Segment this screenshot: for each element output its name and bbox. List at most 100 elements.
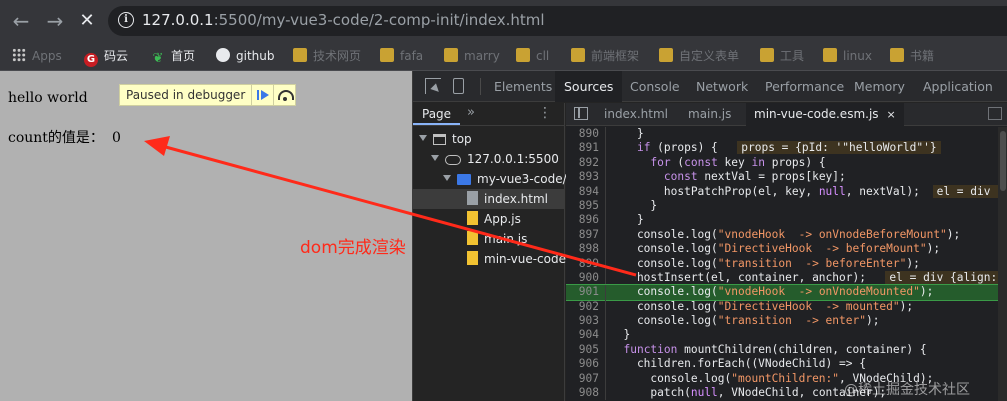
tree-item-main-js[interactable]: main.js xyxy=(467,229,527,249)
tree-item-top[interactable]: top xyxy=(419,129,472,149)
tab-sources[interactable]: Sources xyxy=(555,71,623,102)
tab-memory[interactable]: Memory xyxy=(845,71,914,102)
home-leaf-icon: ❦ xyxy=(152,51,164,66)
editor-tabbar: index.html main.js min-vue-code.esm.js × xyxy=(566,103,1007,126)
tab-elements[interactable]: Elements xyxy=(485,71,561,102)
code-line: 903 console.log("transition -> enter"); xyxy=(566,314,998,329)
code-line: 892 for (const key in props) { xyxy=(566,155,998,171)
tree-item-index-html[interactable]: index.html xyxy=(413,189,564,209)
bookmark-github[interactable]: github xyxy=(216,47,274,65)
url-input[interactable]: i 127.0.0.1:5500/my-vue3-code/2-comp-ini… xyxy=(108,6,1007,36)
frame-icon xyxy=(433,134,446,145)
back-icon[interactable]: ← xyxy=(8,8,34,34)
code-line: 891 if (props) { props = {pId: '"helloWo… xyxy=(566,141,998,156)
site-info-icon[interactable]: i xyxy=(118,12,134,28)
editor-tab-index-html[interactable]: index.html xyxy=(596,103,676,126)
paused-in-debugger-banner: Paused in debugger xyxy=(119,84,297,106)
device-toolbar-icon[interactable] xyxy=(453,78,464,94)
file-icon xyxy=(467,191,478,205)
resume-icon[interactable] xyxy=(251,85,273,105)
devtools-panel: Elements Sources Console Network Perform… xyxy=(412,71,1007,401)
bookmark-folder[interactable]: 前端框架 xyxy=(571,47,639,65)
folder-icon xyxy=(444,48,458,62)
count-row: count的值是： 0 xyxy=(8,127,121,147)
code-line: 898 console.log("DirectiveHook -> before… xyxy=(566,242,998,257)
expand-arrow-icon xyxy=(443,175,451,181)
address-bar: ← → ✕ i 127.0.0.1:5500/my-vue3-code/2-co… xyxy=(0,0,1007,41)
folder-icon xyxy=(516,48,530,62)
divider xyxy=(480,78,481,95)
bookmark-home[interactable]: ❦ 首页 xyxy=(151,47,195,66)
inline-value: el = div { xyxy=(932,184,998,198)
folder-icon xyxy=(890,48,904,62)
code-line: 900 hostInsert(el, container, anchor); e… xyxy=(566,270,998,286)
tab-network[interactable]: Network xyxy=(687,71,757,102)
url-text: 127.0.0.1:5500/my-vue3-code/2-comp-init/… xyxy=(142,11,545,29)
bookmark-folder[interactable]: linux xyxy=(823,47,872,65)
bookmark-folder[interactable]: 工具 xyxy=(760,47,804,65)
tab-page[interactable]: Page xyxy=(413,103,461,125)
kebab-menu-icon[interactable]: ⋮ xyxy=(538,105,552,121)
code-line: 893 const nextVal = props[key]; xyxy=(566,170,998,185)
folder-icon xyxy=(659,48,673,62)
code-line: 904 } xyxy=(566,328,998,343)
tree-item-app-js[interactable]: App.js xyxy=(467,209,521,229)
bookmark-folder[interactable]: fafa xyxy=(380,47,423,65)
js-file-icon xyxy=(467,231,478,245)
step-over-icon[interactable] xyxy=(273,85,295,105)
inline-value: el = div {align: ' xyxy=(885,270,998,284)
editor-tab-main-js[interactable]: main.js xyxy=(680,103,739,126)
tab-application[interactable]: Application xyxy=(914,71,1002,102)
gitee-icon: G xyxy=(84,53,98,67)
code-line: 905 function mountChildren(children, con… xyxy=(566,342,998,358)
close-tab-icon[interactable]: × xyxy=(887,108,896,121)
annotation-text: dom完成渲染 xyxy=(300,238,406,258)
bookmarks-bar: Apps G 码云 ❦ 首页 github 技术网页 fafa marry cll … xyxy=(0,41,1007,71)
bookmark-folder[interactable]: marry xyxy=(444,47,500,65)
tab-performance[interactable]: Performance xyxy=(756,71,853,102)
js-file-icon xyxy=(467,251,478,265)
scrollbar-thumb[interactable] xyxy=(1000,131,1006,191)
code-line: 895 } xyxy=(566,198,998,214)
devtools-tabbar: Elements Sources Console Network Perform… xyxy=(413,71,1007,102)
folder-icon xyxy=(457,174,471,185)
more-tabs-icon[interactable]: » xyxy=(467,105,475,120)
code-line: 890 } xyxy=(566,127,998,142)
bookmark-folder[interactable]: 书籍 xyxy=(890,47,934,65)
stop-loading-icon[interactable]: ✕ xyxy=(74,8,100,34)
folder-icon xyxy=(823,48,837,62)
editor-tab-min-vue-code[interactable]: min-vue-code.esm.js × xyxy=(746,103,904,126)
inspect-element-icon[interactable] xyxy=(425,78,441,94)
watermark: @稀土掘金技术社区 xyxy=(844,382,970,398)
code-line: 896 } xyxy=(566,213,998,228)
toggle-navigator-icon[interactable] xyxy=(574,107,588,120)
tree-item-min-vue-code[interactable]: min-vue-code. xyxy=(467,249,570,269)
toggle-debugger-icon[interactable] xyxy=(988,107,1002,120)
folder-icon xyxy=(760,48,774,62)
folder-icon xyxy=(571,48,585,62)
bookmark-folder[interactable]: 自定义表单 xyxy=(659,47,739,65)
expand-arrow-icon xyxy=(431,155,439,161)
expand-arrow-icon xyxy=(419,135,427,141)
bookmark-folder[interactable]: cll xyxy=(516,47,549,65)
folder-icon xyxy=(293,48,307,62)
code-line: 902 console.log("DirectiveHook -> mounte… xyxy=(566,299,998,315)
tab-console[interactable]: Console xyxy=(621,71,689,102)
hello-text: hello world xyxy=(8,90,88,106)
folder-icon xyxy=(380,48,394,62)
bookmark-apps[interactable]: Apps xyxy=(12,47,62,65)
apps-icon xyxy=(12,48,26,62)
bookmark-gitee[interactable]: G 码云 xyxy=(84,47,128,67)
js-file-icon xyxy=(467,211,478,225)
github-icon xyxy=(216,48,230,62)
vertical-scrollbar[interactable] xyxy=(998,127,1007,401)
code-view[interactable]: 890 } 891 if (props) { props = {pId: '"h… xyxy=(566,127,998,401)
bookmark-folder[interactable]: 技术网页 xyxy=(293,47,361,65)
inline-value: props = {pId: '"helloWorld"'} xyxy=(737,141,941,155)
count-value: 0 xyxy=(111,130,121,146)
cloud-icon xyxy=(445,155,461,165)
tree-item-origin[interactable]: 127.0.0.1:5500 xyxy=(431,149,559,169)
tree-item-folder[interactable]: my-vue3-code/2- xyxy=(443,169,579,189)
code-line: 894 hostPatchProp(el, key, null, nextVal… xyxy=(566,184,998,199)
forward-icon[interactable]: → xyxy=(42,8,68,34)
